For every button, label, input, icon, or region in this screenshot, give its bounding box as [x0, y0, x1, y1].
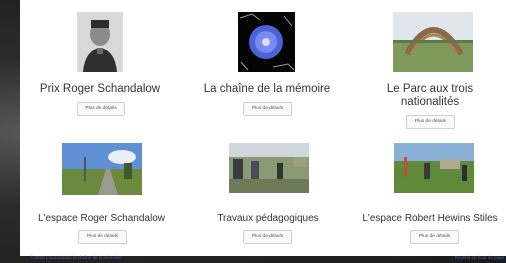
road-landscape-thumbnail[interactable]	[62, 143, 142, 195]
details-button[interactable]: Plus de détails	[243, 102, 292, 116]
card-title[interactable]: Le Parc aux trois nationalités	[355, 83, 505, 109]
details-button[interactable]: Plus de détails	[78, 230, 127, 244]
chain-flower-thumbnail[interactable]	[238, 12, 295, 72]
memorial-site-thumbnail[interactable]	[394, 143, 474, 193]
content-panel: Prix Roger Schandalow Plus de détails La…	[20, 0, 506, 256]
details-button[interactable]: Plus de détails	[77, 102, 125, 116]
portrait-thumbnail[interactable]	[77, 12, 123, 72]
card-title[interactable]: La chaîne de la mémoire	[188, 83, 346, 96]
details-button[interactable]: Plus de détails	[243, 230, 292, 244]
field-visit-thumbnail[interactable]	[229, 143, 309, 193]
back-to-top-link[interactable]: Revenir en haut de page	[455, 255, 504, 260]
details-button[interactable]: Plus de détails	[410, 230, 459, 244]
copyright-link[interactable]: © 2020 L'association la chaîne de la mém…	[30, 255, 121, 260]
sculpture-park-thumbnail[interactable]	[393, 12, 473, 72]
card-title[interactable]: L'espace Roger Schandalow	[20, 212, 183, 225]
details-button[interactable]: Plus de détails	[406, 115, 455, 129]
card-title[interactable]: Travaux pédagogiques	[188, 212, 348, 225]
card-title[interactable]: Prix Roger Schandalow	[20, 83, 180, 96]
card-title[interactable]: L'espace Robert Hewins Stiles	[350, 212, 506, 225]
